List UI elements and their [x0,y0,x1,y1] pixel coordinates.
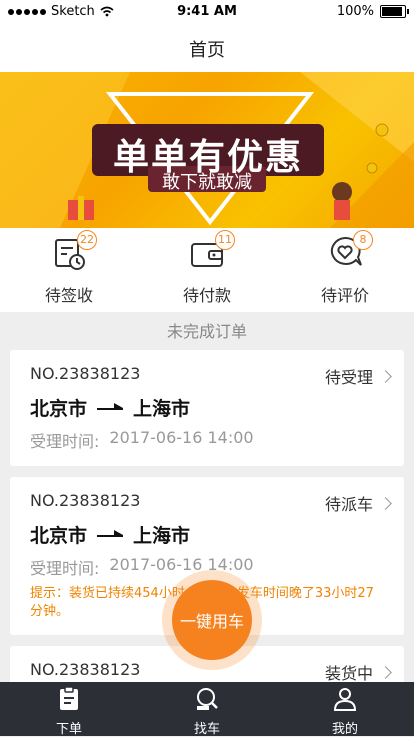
tab-order[interactable]: 下单 [0,686,138,737]
time-label: 受理时间: [30,559,100,578]
promo-banner[interactable]: 单单有优惠 敢下就敢减 [0,72,414,228]
tab-label: 找车 [193,722,220,737]
order-status: 装货中 [324,660,392,684]
order-status: 待受理 [324,364,392,388]
quick-action-label: 待付款 [182,286,231,305]
quick-action-pending-review[interactable]: 8 待评价 [276,230,414,306]
search-truck-icon [197,688,218,710]
tab-label: 下单 [55,722,82,737]
status-bar: Sketch 9:41 AM 100% [0,0,414,24]
banner-subheadline: 敢下就敢减 [162,172,252,193]
tab-profile[interactable]: 我的 [276,686,414,737]
tab-bar: 下单 找车 我的 [0,682,414,737]
tab-label: 我的 [331,722,358,737]
battery-group: 100% [336,4,409,19]
quick-order-button[interactable]: 一键用车 [172,580,252,660]
route-to: 上海市 [133,525,191,547]
quick-action-pending-receipt[interactable]: 22 待签收 [0,230,138,306]
badge-count: 11 [215,230,235,250]
arrow-right-icon [97,529,124,540]
nav-bar: 首页 [0,24,414,72]
chevron-right-icon [379,665,392,679]
route-from: 北京市 [30,525,88,547]
calendar-clock-icon: 22 [49,230,97,272]
battery-percent: 100% [336,4,374,19]
order-status-label: 待派车 [324,495,373,514]
route-to: 上海市 [133,398,191,420]
battery-icon [380,5,409,18]
wallet-icon: 11 [187,230,235,272]
quick-action-label: 待签收 [44,286,93,305]
quick-actions: 22 待签收 11 待付款 8 待评价 [0,228,414,312]
page-title: 首页 [189,40,225,61]
order-number: NO.23838123 [30,660,141,679]
chevron-right-icon [379,369,392,383]
badge-count: 22 [77,230,97,250]
time-label: 受理时间: [30,432,100,451]
order-route: 北京市 上海市 [30,521,190,548]
section-title: 未完成订单 [166,322,247,341]
chevron-right-icon [379,496,392,510]
person-icon [333,688,357,711]
time-value: 2017-06-16 14:00 [109,428,254,447]
arrow-right-icon [97,402,124,413]
tab-find-truck[interactable]: 找车 [138,686,276,737]
order-status-label: 待受理 [324,368,373,387]
order-route: 北京市 上海市 [30,394,190,421]
badge-count: 8 [353,230,373,250]
order-number: NO.23838123 [30,491,141,510]
quick-action-label: 待评价 [320,286,369,305]
order-number: NO.23838123 [30,364,141,383]
order-status-label: 装货中 [324,664,373,683]
heart-chat-icon: 8 [325,230,373,272]
order-status: 待派车 [324,491,392,515]
quick-action-pending-payment[interactable]: 11 待付款 [138,230,276,306]
order-time: 受理时间: 2017-06-16 14:00 [30,428,254,452]
clipboard-icon [60,686,78,710]
order-card[interactable]: NO.23838123 待受理 北京市 上海市 受理时间: 2017-06-16 … [10,350,404,466]
route-from: 北京市 [30,398,88,420]
